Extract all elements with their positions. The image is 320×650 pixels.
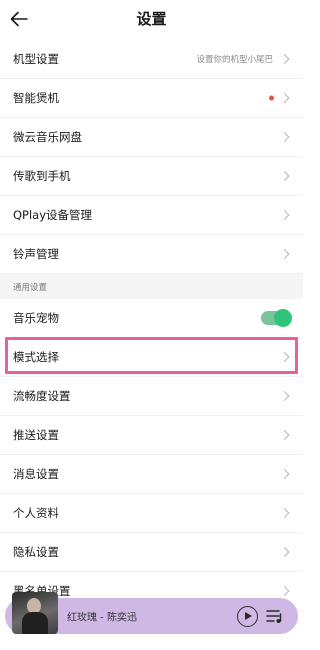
settings-item-label: QPlay设备管理 bbox=[13, 208, 93, 222]
section-header-general: 通用设置 bbox=[0, 274, 303, 299]
settings-item-ringtone[interactable]: 铃声管理 bbox=[0, 235, 303, 274]
toggle-knob bbox=[274, 309, 292, 327]
mini-player[interactable]: 红玫瑰 - 陈奕迅 bbox=[5, 592, 298, 634]
album-cover[interactable] bbox=[12, 592, 58, 634]
settings-item-label: 消息设置 bbox=[13, 467, 59, 481]
settings-list: 机型设置 设置你的机型小尾巴 智能煲机 微云音乐网盘 传歌到手机 QPlay设备… bbox=[0, 40, 303, 611]
settings-item-label: 微云音乐网盘 bbox=[13, 130, 82, 144]
settings-item-label: 机型设置 bbox=[13, 52, 59, 66]
chevron-right-icon bbox=[279, 93, 290, 103]
settings-item-mode-select[interactable]: 模式选择 bbox=[0, 338, 303, 377]
settings-item-messages[interactable]: 消息设置 bbox=[0, 455, 303, 494]
page-title: 设置 bbox=[136, 10, 167, 28]
play-circle-icon[interactable] bbox=[237, 606, 258, 627]
settings-item-label: 智能煲机 bbox=[13, 91, 59, 105]
chevron-right-icon bbox=[279, 469, 290, 479]
chevron-right-icon bbox=[279, 54, 290, 64]
settings-item-smoothness[interactable]: 流畅度设置 bbox=[0, 377, 303, 416]
settings-item-label: 铃声管理 bbox=[13, 247, 59, 261]
playlist-icon[interactable] bbox=[266, 608, 284, 624]
settings-item-push[interactable]: 推送设置 bbox=[0, 416, 303, 455]
settings-item-label: 个人资料 bbox=[13, 506, 59, 520]
chevron-right-icon bbox=[279, 210, 290, 220]
chevron-right-icon bbox=[279, 171, 290, 181]
settings-item-label: 流畅度设置 bbox=[13, 389, 71, 403]
music-pet-toggle[interactable] bbox=[261, 309, 292, 327]
settings-item-transfer-songs[interactable]: 传歌到手机 bbox=[0, 157, 303, 196]
chevron-right-icon bbox=[279, 586, 290, 596]
settings-item-label: 隐私设置 bbox=[13, 545, 59, 559]
settings-item-privacy[interactable]: 隐私设置 bbox=[0, 533, 303, 572]
section-title: 通用设置 bbox=[13, 282, 48, 293]
chevron-right-icon bbox=[279, 132, 290, 142]
settings-item-music-pet: 音乐宠物 bbox=[0, 299, 303, 338]
settings-item-model[interactable]: 机型设置 设置你的机型小尾巴 bbox=[0, 40, 303, 79]
chevron-right-icon bbox=[279, 391, 290, 401]
settings-item-qplay[interactable]: QPlay设备管理 bbox=[0, 196, 303, 235]
settings-item-hint: 设置你的机型小尾巴 bbox=[196, 55, 273, 65]
play-triangle bbox=[245, 612, 252, 620]
now-playing-title: 红玫瑰 - 陈奕迅 bbox=[67, 612, 137, 624]
chevron-right-icon bbox=[279, 547, 290, 557]
settings-item-label: 传歌到手机 bbox=[13, 169, 71, 183]
chevron-right-icon bbox=[279, 430, 290, 440]
top-bar: 设置 bbox=[0, 0, 303, 40]
settings-item-label: 音乐宠物 bbox=[13, 311, 59, 325]
settings-item-label: 模式选择 bbox=[13, 350, 59, 364]
chevron-right-icon bbox=[279, 249, 290, 259]
settings-item-smart-burn-in[interactable]: 智能煲机 bbox=[0, 79, 303, 118]
settings-item-label: 推送设置 bbox=[13, 428, 59, 442]
settings-item-profile[interactable]: 个人资料 bbox=[0, 494, 303, 533]
cover-figure-body bbox=[22, 612, 48, 634]
chevron-right-icon bbox=[279, 352, 290, 362]
red-dot-badge bbox=[269, 95, 274, 101]
settings-item-cloud-drive[interactable]: 微云音乐网盘 bbox=[0, 118, 303, 157]
chevron-right-icon bbox=[279, 508, 290, 518]
